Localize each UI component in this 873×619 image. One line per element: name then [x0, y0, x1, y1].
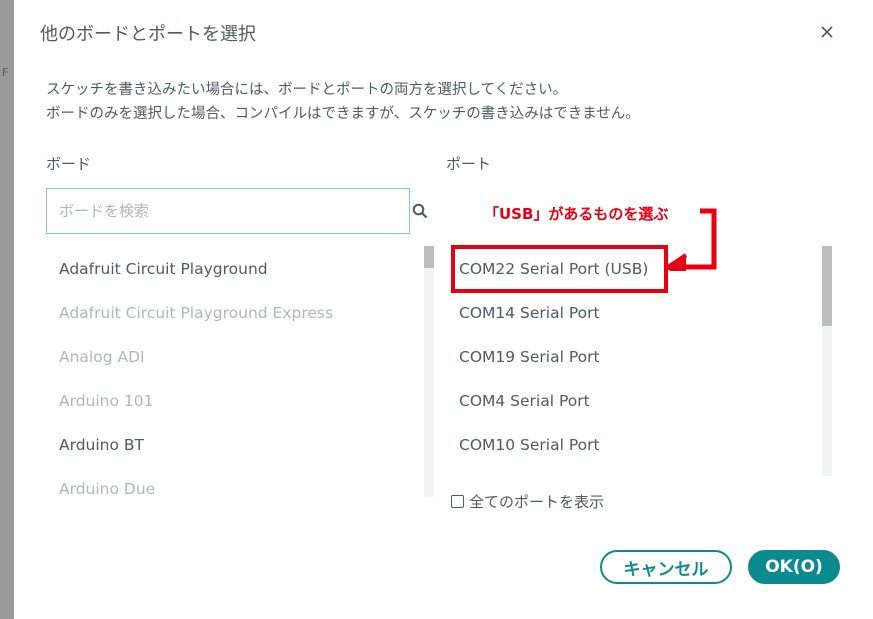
board-search-input[interactable] — [46, 188, 410, 234]
board-list-item: Adafruit Circuit Playground Express — [59, 304, 334, 322]
board-list[interactable]: Adafruit Circuit Playground Adafruit Circ… — [46, 246, 434, 497]
port-list-item[interactable]: COM10 Serial Port — [446, 423, 824, 467]
search-icon[interactable] — [412, 203, 428, 219]
annotation-highlight-box — [451, 245, 668, 293]
board-list-item: Arduino Due — [59, 480, 156, 497]
board-list-item: Analog ADI — [59, 348, 145, 366]
board-list-item: Arduino 101 — [59, 392, 154, 410]
show-all-ports-label: 全てのポートを表示 — [469, 493, 605, 511]
description-line-1: スケッチを書き込みたい場合には、ボードとポートの両方を選択してください。 — [46, 82, 568, 98]
port-list-item[interactable]: COM19 Serial Port — [446, 335, 824, 379]
boards-label: ボード — [46, 155, 92, 173]
board-list-item[interactable]: Adafruit Circuit Playground — [46, 247, 424, 291]
board-list-scrollbar[interactable] — [424, 246, 434, 497]
close-icon[interactable] — [815, 20, 839, 44]
background-text-fragment: F — [2, 66, 9, 79]
select-board-port-dialog: 他のボードとポートを選択 スケッチを書き込みたい場合には、ボードとポートの両方を… — [14, 0, 873, 619]
ok-button[interactable]: OK(O) — [748, 550, 840, 584]
arrow-icon — [664, 205, 720, 281]
port-list-scrollbar[interactable] — [822, 246, 832, 476]
background-window-strip: F — [0, 0, 14, 619]
board-list-item[interactable]: Arduino BT — [46, 423, 424, 467]
port-list-item[interactable]: COM4 Serial Port — [446, 379, 824, 423]
show-all-ports-option[interactable]: 全てのポートを表示 — [451, 491, 604, 512]
port-list-scroll-thumb[interactable] — [822, 246, 832, 326]
board-list-scroll-thumb[interactable] — [424, 246, 434, 268]
annotation-text: 「USB」があるものを選ぶ — [484, 205, 669, 223]
show-all-ports-checkbox[interactable] — [451, 495, 464, 508]
ports-label: ポート — [446, 155, 492, 173]
cancel-button[interactable]: キャンセル — [600, 550, 732, 584]
description-line-2: ボードのみを選択した場合、コンパイルはできますが、スケッチの書き込みはできません… — [46, 106, 640, 122]
port-list-item[interactable]: COM14 Serial Port — [446, 291, 824, 335]
dialog-title: 他のボードとポートを選択 — [40, 24, 256, 45]
